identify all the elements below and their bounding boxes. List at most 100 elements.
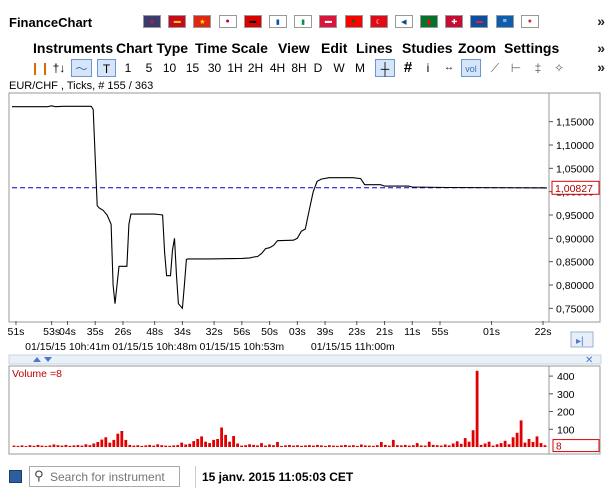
volume-bar [403,444,407,447]
volume-bar [503,440,507,447]
price-y-axis: 1,150001,100001,050001,000000,950000,900… [549,117,594,315]
volume-bar [539,443,543,447]
volume-bar [84,444,88,447]
volume-bar [515,432,519,447]
volume-bar [116,433,120,447]
volume-bar [487,441,491,447]
volume-bar [204,441,207,447]
price-x-tick-label: 32s [206,326,223,338]
panel-splitter[interactable] [8,354,602,365]
volume-bar [324,445,327,447]
volume-bar [276,442,279,447]
volume-y-tick-label: 400 [557,371,575,383]
volume-bar [260,443,263,447]
volume-bar [427,441,431,447]
price-x-tick-label: 34s [174,326,191,338]
volume-bar [80,445,84,447]
price-x-tick-label: 51s [7,326,24,338]
price-y-tick-label: 1,10000 [556,140,594,152]
volume-bar [220,427,223,447]
volume-bar [160,445,164,447]
volume-bar [48,445,52,447]
volume-bar [252,444,255,447]
volume-bar [415,443,419,447]
volume-bar [308,445,311,447]
volume-bar [168,445,172,447]
volume-bar [208,443,211,447]
volume-bar [128,444,132,447]
volume-bar [52,444,56,447]
volume-bar [272,445,275,447]
volume-bar [44,445,48,447]
current-volume-badge: 8 [556,442,562,453]
volume-bar [451,443,455,447]
price-x-tick-label: 26s [114,326,131,338]
volume-bar [192,441,196,447]
volume-bar [20,445,24,447]
status-bar: ⚲ 15 janv. 2015 11:05:03 CET [0,462,613,492]
volume-plot-frame [8,365,550,455]
volume-bar [212,439,215,447]
volume-bar [419,445,423,447]
price-x-tick-label: 23s [348,326,365,338]
volume-bar [332,445,335,447]
close-panel-icon[interactable]: ✕ [585,355,593,366]
price-x-tick-label: 21s [376,326,393,338]
volume-bar [248,444,251,447]
volume-bar [499,443,503,447]
volume-bar [304,445,307,447]
chart-area[interactable]: 1,150001,100001,050001,000000,950000,900… [0,0,613,462]
volume-bar [132,445,136,447]
instrument-color-swatch[interactable] [9,470,22,483]
search-box[interactable]: ⚲ [29,466,180,487]
volume-bar [371,445,375,447]
price-x-tick-label: 48s [146,326,163,338]
volume-bar [28,445,32,447]
divider [195,466,196,488]
price-x-tick-label: 11s [404,326,420,338]
volume-bar [232,436,235,447]
volume-bar [467,441,471,447]
search-input[interactable] [50,469,176,484]
status-datetime: 15 janv. 2015 11:05:03 CET [202,470,354,484]
volume-bar [40,445,44,447]
price-x-date-axis: 01/15/15 10h:41m 01/15/15 10h:48m 01/15/15… [25,341,395,353]
current-price-badge: 1,00827 [555,183,593,195]
volume-bar [216,439,219,447]
volume-bar [316,444,319,447]
volume-bar [68,445,72,447]
volume-bar [519,420,523,447]
volume-bar [352,445,355,447]
volume-bar [435,445,439,447]
volume-bar [176,445,180,447]
volume-bar [296,445,299,447]
volume-bar [244,445,247,447]
volume-bar [387,445,391,447]
volume-y-tick-label: 100 [557,424,575,436]
scroll-to-end-icon[interactable]: ▸| [576,336,584,347]
volume-bar [395,445,399,447]
price-x-axis: 51s 53s04s 35s 26s 48s 34s 32s 56s 50s 03s 39s 23s 2… [7,321,552,338]
volume-bar [124,439,128,447]
volume-bar [280,445,283,447]
volume-bar [172,445,176,447]
volume-bar [527,439,531,447]
volume-bar [411,445,415,447]
volume-bar [367,445,371,447]
price-y-tick-label: 0,85000 [556,257,594,269]
price-x-tick-label: 56s [233,326,250,338]
volume-bar [407,445,411,447]
price-x-tick-label: 35s [87,326,104,338]
volume-bar [224,434,227,447]
volume-bar [268,444,271,447]
volume-bar [383,444,387,447]
price-y-tick-label: 1,15000 [556,117,594,129]
price-y-tick-label: 0,95000 [556,210,594,222]
volume-bar [188,443,192,447]
price-x-tick-label: 03s [289,326,306,338]
volume-bar [320,445,323,447]
volume-bar [284,445,287,447]
price-plot-frame [8,92,550,323]
volume-bar [264,445,267,447]
volume-bar [136,445,140,447]
